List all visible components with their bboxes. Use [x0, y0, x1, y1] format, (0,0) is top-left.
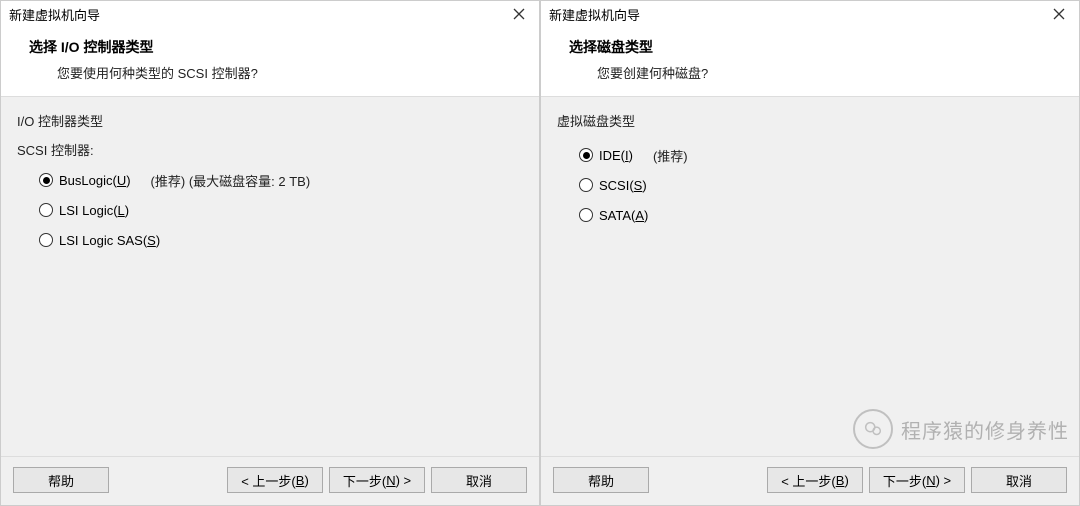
radio-icon[interactable] [579, 178, 593, 192]
wizard-dialog-disk-type: 新建虚拟机向导 选择磁盘类型 您要创建何种磁盘? 虚拟磁盘类型 IDE(I) (… [540, 0, 1080, 506]
close-icon [513, 8, 525, 20]
cancel-button[interactable]: 取消 [431, 467, 527, 493]
group-label: 虚拟磁盘类型 [557, 111, 1063, 130]
next-button[interactable]: 下一步(N) > [869, 467, 965, 493]
wizard-body: I/O 控制器类型 SCSI 控制器: BusLogic(U) (推荐) (最大… [1, 97, 539, 456]
radio-icon[interactable] [579, 148, 593, 162]
scsi-controller-label: SCSI 控制器: [17, 140, 523, 159]
option-label: SATA(A) [599, 208, 648, 223]
option-label: IDE(I) [599, 148, 633, 163]
controller-options: BusLogic(U) (推荐) (最大磁盘容量: 2 TB) LSI Logi… [17, 165, 523, 255]
option-extra: (推荐) (最大磁盘容量: 2 TB) [151, 171, 311, 190]
wizard-footer: 帮助 < 上一步(B) 下一步(N) > 取消 [1, 456, 539, 505]
header-subtitle: 您要使用何种类型的 SCSI 控制器? [29, 63, 533, 82]
next-button[interactable]: 下一步(N) > [329, 467, 425, 493]
window-title: 新建虚拟机向导 [9, 5, 100, 24]
wizard-dialog-io-controller: 新建虚拟机向导 选择 I/O 控制器类型 您要使用何种类型的 SCSI 控制器?… [0, 0, 540, 506]
disk-options: IDE(I) (推荐) SCSI(S) SATA(A) [557, 140, 1063, 230]
option-buslogic[interactable]: BusLogic(U) (推荐) (最大磁盘容量: 2 TB) [39, 165, 523, 195]
wizard-header: 选择磁盘类型 您要创建何种磁盘? [541, 27, 1079, 97]
cancel-button[interactable]: 取消 [971, 467, 1067, 493]
option-extra: (推荐) [653, 146, 688, 165]
option-label: LSI Logic(L) [59, 203, 129, 218]
close-button[interactable] [505, 4, 533, 24]
header-subtitle: 您要创建何种磁盘? [569, 63, 1073, 82]
option-ide[interactable]: IDE(I) (推荐) [579, 140, 1063, 170]
help-button[interactable]: 帮助 [553, 467, 649, 493]
option-lsi-logic-sas[interactable]: LSI Logic SAS(S) [39, 225, 523, 255]
option-sata[interactable]: SATA(A) [579, 200, 1063, 230]
group-label: I/O 控制器类型 [17, 111, 523, 130]
radio-icon[interactable] [39, 203, 53, 217]
radio-icon[interactable] [39, 173, 53, 187]
titlebar: 新建虚拟机向导 [541, 1, 1079, 27]
titlebar: 新建虚拟机向导 [1, 1, 539, 27]
window-title: 新建虚拟机向导 [549, 5, 640, 24]
wizard-footer: 帮助 < 上一步(B) 下一步(N) > 取消 [541, 456, 1079, 505]
back-button[interactable]: < 上一步(B) [767, 467, 863, 493]
option-lsi-logic[interactable]: LSI Logic(L) [39, 195, 523, 225]
option-label: SCSI(S) [599, 178, 647, 193]
wizard-body: 虚拟磁盘类型 IDE(I) (推荐) SCSI(S) SATA(A) [541, 97, 1079, 456]
help-button[interactable]: 帮助 [13, 467, 109, 493]
header-title: 选择 I/O 控制器类型 [29, 37, 533, 57]
option-label: BusLogic(U) [59, 173, 131, 188]
header-title: 选择磁盘类型 [569, 37, 1073, 57]
back-button[interactable]: < 上一步(B) [227, 467, 323, 493]
wizard-header: 选择 I/O 控制器类型 您要使用何种类型的 SCSI 控制器? [1, 27, 539, 97]
radio-icon[interactable] [579, 208, 593, 222]
option-label: LSI Logic SAS(S) [59, 233, 160, 248]
option-scsi[interactable]: SCSI(S) [579, 170, 1063, 200]
close-button[interactable] [1045, 4, 1073, 24]
close-icon [1053, 8, 1065, 20]
radio-icon[interactable] [39, 233, 53, 247]
